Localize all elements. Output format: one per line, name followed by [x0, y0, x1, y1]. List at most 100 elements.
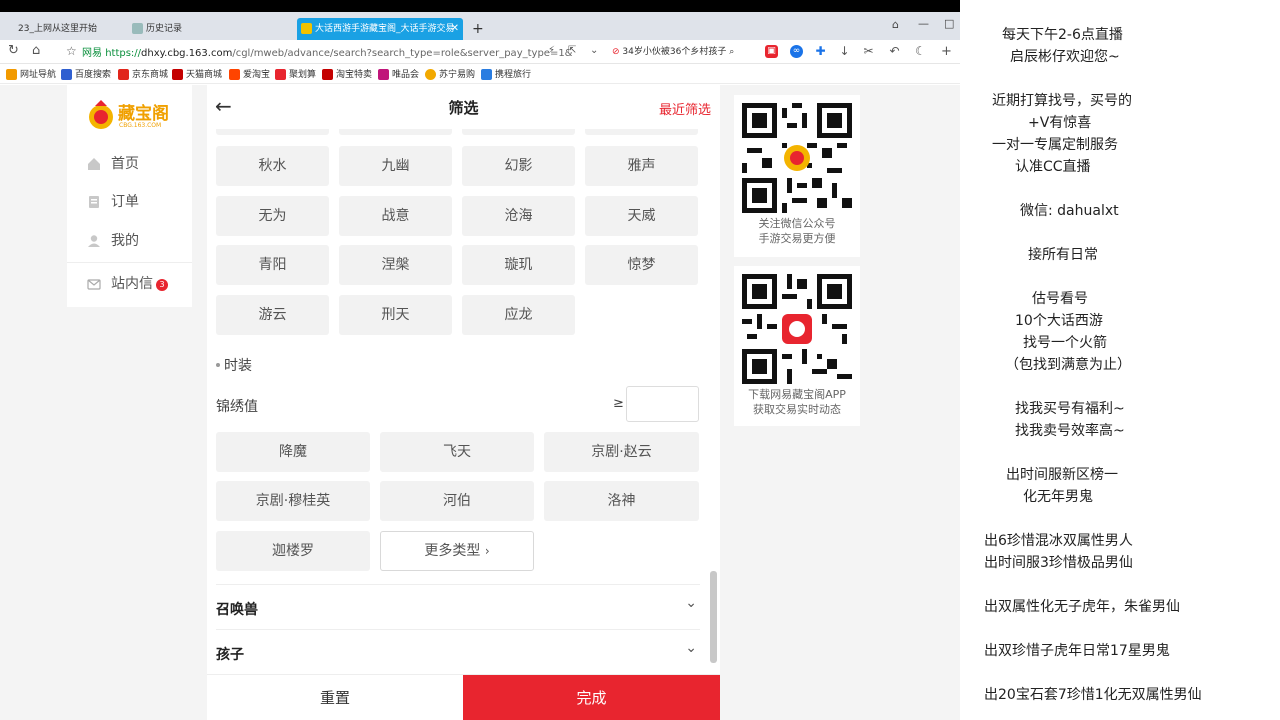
- wechat-qr-code: [742, 103, 852, 213]
- bookmark-label: 苏宁易购: [439, 70, 476, 80]
- bookmark-label: 爱淘宝: [243, 70, 271, 80]
- fashion-option[interactable]: 京剧·赵云: [544, 432, 699, 472]
- puzzle-icon[interactable]: ✚: [814, 45, 827, 58]
- fashion-label-text: 时装: [224, 358, 252, 374]
- jinxiu-min-input[interactable]: [626, 386, 699, 422]
- bookmarks-bar: 网址导航 百度搜索 京东商城 天猫商城 爱淘宝 聚划算 淘宝特卖 唯品会 苏宁易…: [0, 64, 960, 84]
- school-option[interactable]: 九幽: [339, 146, 452, 186]
- refresh-icon[interactable]: ↻: [8, 43, 19, 58]
- maximize-icon[interactable]: □: [944, 17, 954, 30]
- fashion-option[interactable]: 河伯: [380, 481, 534, 521]
- share-icon[interactable]: ⇱: [568, 45, 576, 56]
- filter-panel: ← 筛选 最近筛选 秋水 九幽 幻影 雅声 无为 战意 沧海 天威 青阳 涅槃 …: [207, 85, 720, 720]
- school-option[interactable]: 涅槃: [339, 245, 452, 285]
- overlay-line: 微信: dahualxt: [1020, 203, 1119, 219]
- bookmark-label: 聚划算: [289, 70, 317, 80]
- tab-bar: 23_上网从这里开始 历史记录 大话西游手游藏宝阁_大话手游交易 ✕ + ⌂ —…: [0, 12, 960, 40]
- bookmark-item[interactable]: 网址导航: [6, 67, 56, 80]
- panel-title: 筛选: [448, 99, 479, 117]
- home-icon[interactable]: ⌂: [32, 43, 40, 58]
- tab-history[interactable]: 历史记录: [128, 18, 288, 40]
- cbg-logo[interactable]: 藏宝阁 CBG.163.COM: [85, 97, 177, 137]
- overlay-line: 10个大话西游: [1015, 313, 1103, 329]
- fashion-option[interactable]: 京剧·穆桂英: [216, 481, 370, 521]
- fashion-section-label: 时装: [216, 355, 252, 375]
- search-icon[interactable]: ⌕: [729, 47, 734, 57]
- done-button[interactable]: 完成: [463, 675, 720, 720]
- qr-caption: 下载网易藏宝阁APP 获取交易实时动态: [734, 387, 860, 417]
- url-field[interactable]: 网易 https://dhxy.cbg.163.com/cgl/mweb/adv…: [82, 44, 572, 59]
- school-option[interactable]: 无为: [216, 196, 329, 236]
- sidebar-item-label: 站内信: [111, 276, 153, 292]
- sidebar-item-label: 我的: [111, 233, 139, 249]
- bookmark-item[interactable]: 淘宝特卖: [322, 67, 372, 80]
- sidebar-item-orders[interactable]: 订单: [87, 191, 139, 213]
- star-icon[interactable]: ☆: [66, 44, 77, 58]
- fashion-option[interactable]: 洛神: [544, 481, 699, 521]
- school-option[interactable]: 幻影: [462, 146, 575, 186]
- sidebar-item-messages[interactable]: 站内信 3: [87, 273, 168, 295]
- logo-text: 藏宝阁: [118, 104, 169, 124]
- bookmark-item[interactable]: 携程旅行: [481, 67, 531, 80]
- sidebar-item-label: 订单: [111, 194, 139, 210]
- more-types-button[interactable]: 更多类型 ›: [380, 531, 534, 571]
- overlay-line: 认准CC直播: [1015, 159, 1091, 175]
- school-option[interactable]: 秋水: [216, 146, 329, 186]
- close-tab-icon[interactable]: ✕: [451, 18, 459, 40]
- bookmark-item[interactable]: 爱淘宝: [229, 67, 270, 80]
- pin-icon[interactable]: ⌂: [892, 18, 899, 31]
- scissors-icon[interactable]: ✂: [862, 45, 875, 58]
- bookmark-label: 百度搜索: [75, 70, 112, 80]
- school-option[interactable]: 应龙: [462, 295, 575, 335]
- overlay-line: 接所有日常: [1028, 247, 1098, 263]
- dropdown-icon[interactable]: ⌄: [590, 45, 598, 56]
- lightning-icon[interactable]: ⚡: [548, 45, 555, 56]
- extension-blue-icon[interactable]: ∞: [790, 45, 803, 58]
- bookmark-item[interactable]: 京东商城: [118, 67, 168, 80]
- qr-caption-line: 手游交易更方便: [758, 232, 836, 245]
- school-option[interactable]: 青阳: [216, 245, 329, 285]
- fashion-option[interactable]: 飞天: [380, 432, 534, 472]
- school-option[interactable]: 战意: [339, 196, 452, 236]
- school-option[interactable]: 雅声: [585, 146, 698, 186]
- bookmark-item[interactable]: 天猫商城: [172, 67, 222, 80]
- bookmark-item[interactable]: 苏宁易购: [425, 67, 475, 80]
- chevron-right-icon: ›: [484, 544, 490, 558]
- fashion-option[interactable]: 迦楼罗: [216, 531, 370, 571]
- bookmark-item[interactable]: 百度搜索: [61, 67, 111, 80]
- school-option[interactable]: 沧海: [462, 196, 575, 236]
- recent-filters-link[interactable]: 最近筛选: [659, 99, 711, 118]
- overlay-line: 出双属性化无子虎年，朱雀男仙: [984, 599, 1180, 615]
- accordion-pets[interactable]: 召唤兽 ⌄: [216, 584, 700, 628]
- new-tab-icon[interactable]: +: [468, 18, 488, 40]
- sidebar-item-mine[interactable]: 我的: [87, 230, 139, 252]
- qr-caption-line: 关注微信公众号: [758, 217, 836, 230]
- bookmark-item[interactable]: 唯品会: [378, 67, 419, 80]
- user-icon: [88, 235, 100, 247]
- fashion-option[interactable]: 降魔: [216, 432, 370, 472]
- tab-label: 历史记录: [146, 24, 183, 34]
- sidebar-item-home[interactable]: 首页: [87, 153, 139, 175]
- undo-icon[interactable]: ↶: [888, 45, 901, 58]
- reset-button[interactable]: 重置: [207, 675, 463, 720]
- accordion-label: 孩子: [216, 647, 244, 663]
- extension-red-icon[interactable]: ▣: [765, 45, 778, 58]
- tab-home[interactable]: 23_上网从这里开始: [0, 18, 120, 40]
- school-option[interactable]: 天威: [585, 196, 698, 236]
- download-icon[interactable]: ↓: [838, 45, 851, 58]
- bookmark-item[interactable]: 聚划算: [275, 67, 316, 80]
- accordion-children[interactable]: 孩子 ⌄: [216, 629, 700, 673]
- plus-icon[interactable]: +: [940, 45, 953, 58]
- tab-label: 23_上网从这里开始: [18, 24, 97, 34]
- overlay-line: 一对一专属定制服务: [992, 137, 1118, 153]
- school-option[interactable]: 游云: [216, 295, 329, 335]
- moon-icon[interactable]: ☾: [914, 45, 927, 58]
- scrollbar-thumb[interactable]: [710, 571, 717, 663]
- tab-cbg[interactable]: 大话西游手游藏宝阁_大话手游交易 ✕: [297, 18, 463, 40]
- news-ticker[interactable]: ⊘ 34岁小伙被36个乡村孩子 ⌕: [612, 44, 734, 57]
- minimize-icon[interactable]: —: [918, 17, 929, 30]
- school-option[interactable]: 刑天: [339, 295, 452, 335]
- accordion-label: 召唤兽: [216, 602, 258, 618]
- school-option[interactable]: 惊梦: [585, 245, 698, 285]
- school-option[interactable]: 璇玑: [462, 245, 575, 285]
